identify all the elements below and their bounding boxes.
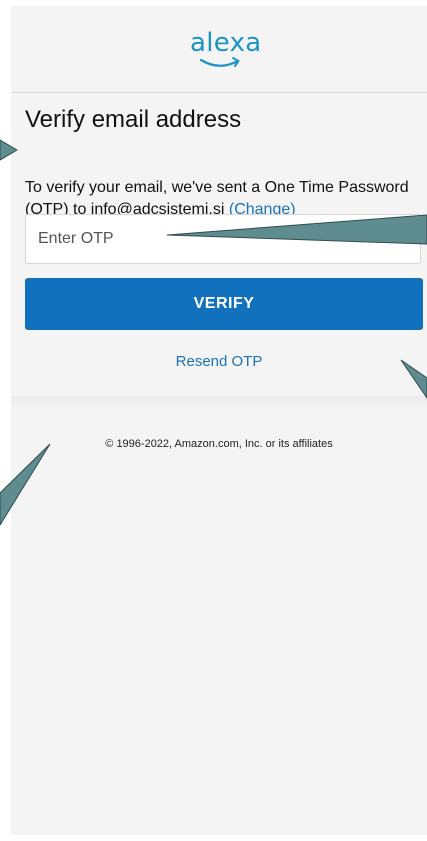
resend-otp-link[interactable]: Resend OTP — [11, 353, 427, 370]
verify-button[interactable]: VERIFY — [25, 278, 423, 330]
header: alexa — [11, 6, 427, 93]
description-text: To verify your email, we've sent a One T… — [25, 179, 409, 218]
alexa-logo: alexa — [190, 28, 261, 72]
otp-input[interactable] — [25, 214, 421, 264]
section-divider — [11, 396, 427, 410]
footer-copyright: © 1996-2022, Amazon.com, Inc. or its aff… — [105, 438, 333, 450]
screen-frame: alexa Verify email address To verify you… — [11, 6, 427, 835]
smile-icon — [199, 57, 240, 67]
page-title: Verify email address — [25, 106, 242, 133]
